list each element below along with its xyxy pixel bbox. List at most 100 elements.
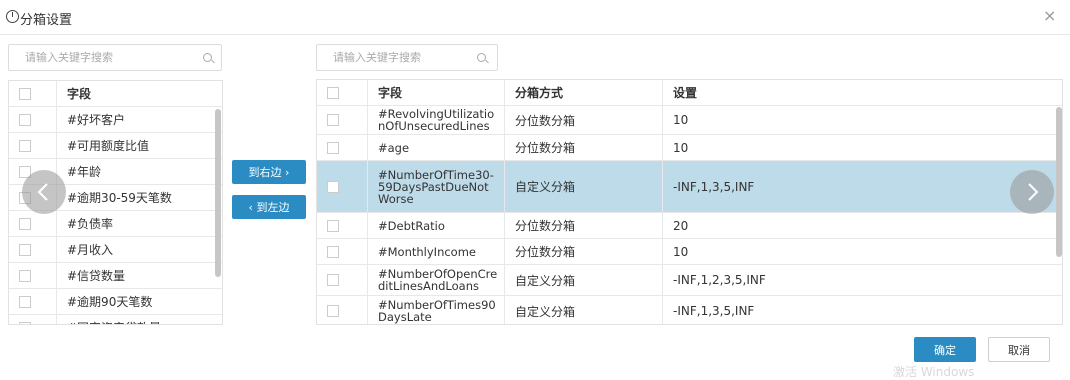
chevron-left-icon <box>37 183 48 201</box>
select-all-checkbox[interactable] <box>19 87 31 100</box>
windows-activation-watermark: 激活 Windows <box>893 365 975 379</box>
row-checkbox[interactable] <box>19 295 31 308</box>
field-name: #信贷数量 <box>56 263 214 288</box>
table-row[interactable]: #NumberOfTime30-59DaysPastDueNotWorse 自定义… <box>317 161 1062 213</box>
checkbox-cell <box>9 263 56 288</box>
right-search-input[interactable] <box>331 50 465 65</box>
binning-method[interactable]: 自定义分箱 <box>504 161 662 212</box>
left-table-header: 字段 <box>9 81 222 107</box>
binning-setting[interactable]: 10 <box>662 135 1052 160</box>
column-header-setting: 设置 <box>662 80 1062 105</box>
checkbox-cell <box>317 161 367 212</box>
table-row[interactable]: #age 分位数分箱 10 <box>317 135 1062 161</box>
next-arrow-button[interactable] <box>1010 170 1054 214</box>
field-name: #age <box>367 135 504 160</box>
table-row[interactable]: #NumberOfTimes90DaysLate 自定义分箱 -INF,1,3,5,… <box>317 296 1062 324</box>
row-checkbox[interactable] <box>327 245 339 258</box>
checkbox-cell <box>317 265 367 295</box>
row-checkbox[interactable] <box>327 141 339 154</box>
field-name: #可用额度比值 <box>56 133 214 158</box>
binning-setting[interactable]: -INF,1,3,5,INF <box>662 161 1052 212</box>
left-search-box[interactable] <box>8 44 222 71</box>
right-field-table: 字段 分箱方式 设置 #RevolvingUtilizationOfUnsecu… <box>316 79 1063 325</box>
column-header-method: 分箱方式 <box>504 80 662 105</box>
table-row[interactable]: #NumberOfOpenCreditLinesAndLoans 自定义分箱 -IN… <box>317 265 1062 296</box>
binning-method[interactable]: 自定义分箱 <box>504 296 662 324</box>
row-checkbox[interactable] <box>327 274 339 286</box>
row-checkbox[interactable] <box>19 321 31 324</box>
row-checkbox[interactable] <box>327 114 339 126</box>
field-name: #好坏客户 <box>56 107 214 132</box>
binning-method[interactable]: 分位数分箱 <box>504 106 662 134</box>
search-icon[interactable] <box>203 53 212 62</box>
binning-setting[interactable]: -INF,1,3,5,INF <box>662 296 1052 324</box>
right-table-header: 字段 分箱方式 设置 <box>317 80 1062 106</box>
field-name: #NumberOfTime30-59DaysPastDueNotWorse <box>367 161 504 212</box>
binning-method[interactable]: 分位数分箱 <box>504 135 662 160</box>
field-name: #NumberOfTimes90DaysLate <box>367 296 504 324</box>
binning-method[interactable]: 自定义分箱 <box>504 265 662 295</box>
table-row[interactable]: #RevolvingUtilizationOfUnsecuredLines 分位数… <box>317 106 1062 135</box>
field-name: #逾期90天笔数 <box>56 289 214 314</box>
field-name: #MonthlyIncome <box>367 239 504 264</box>
right-search-box[interactable] <box>316 44 498 71</box>
checkbox-cell <box>9 107 56 132</box>
column-header-field: 字段 <box>367 80 504 105</box>
binning-setting[interactable]: -INF,1,2,3,5,INF <box>662 265 1052 295</box>
table-row[interactable]: #信贷数量 <box>9 263 222 289</box>
field-name: #年龄 <box>56 159 214 184</box>
move-to-right-button[interactable]: 到右边 › <box>232 160 306 184</box>
checkbox-cell <box>317 296 367 324</box>
checkbox-cell <box>9 315 56 324</box>
row-checkbox[interactable] <box>327 219 339 232</box>
table-row[interactable]: #MonthlyIncome 分位数分箱 10 <box>317 239 1062 265</box>
checkbox-cell <box>9 289 56 314</box>
field-name: #月收入 <box>56 237 214 262</box>
field-name: #RevolvingUtilizationOfUnsecuredLines <box>367 106 504 134</box>
checkbox-cell <box>9 237 56 262</box>
table-row[interactable]: #负债率 <box>9 211 222 237</box>
field-name: #负债率 <box>56 211 214 236</box>
left-scrollbar[interactable] <box>215 109 221 277</box>
table-row[interactable]: #月收入 <box>9 237 222 263</box>
field-name: #NumberOfOpenCreditLinesAndLoans <box>367 265 504 295</box>
column-header-field: 字段 <box>56 81 222 106</box>
checkbox-cell <box>9 211 56 236</box>
row-checkbox[interactable] <box>19 113 31 126</box>
left-search-input[interactable] <box>23 50 177 65</box>
binning-method[interactable]: 分位数分箱 <box>504 239 662 264</box>
cancel-button[interactable]: 取消 <box>988 337 1050 362</box>
binning-setting[interactable]: 10 <box>662 239 1052 264</box>
checkbox-cell <box>317 239 367 264</box>
confirm-button[interactable]: 确定 <box>914 337 976 362</box>
checkbox-cell <box>317 135 367 160</box>
row-checkbox[interactable] <box>327 305 339 317</box>
row-checkbox[interactable] <box>19 243 31 256</box>
search-icon[interactable] <box>477 53 486 62</box>
checkbox-cell <box>317 213 367 238</box>
binning-setting[interactable]: 20 <box>662 213 1052 238</box>
close-icon[interactable]: × <box>1043 6 1056 25</box>
row-checkbox[interactable] <box>327 180 339 193</box>
right-scrollbar[interactable] <box>1056 107 1062 257</box>
table-row[interactable]: #好坏客户 <box>9 107 222 133</box>
move-to-left-button[interactable]: ‹ 到左边 <box>232 195 306 219</box>
row-checkbox[interactable] <box>19 139 31 152</box>
previous-arrow-button[interactable] <box>22 170 66 214</box>
select-all-checkbox[interactable] <box>327 86 339 99</box>
row-checkbox[interactable] <box>19 269 31 282</box>
field-name: #固定资产贷款量 <box>56 315 214 324</box>
dialog-titlebar: 分箱设置 × <box>0 0 1070 35</box>
table-row[interactable]: #固定资产贷款量 <box>9 315 222 324</box>
field-name: #DebtRatio <box>367 213 504 238</box>
chevron-right-icon <box>1028 183 1039 201</box>
binning-method[interactable]: 分位数分箱 <box>504 213 662 238</box>
table-row[interactable]: #可用额度比值 <box>9 133 222 159</box>
row-checkbox[interactable] <box>19 217 31 230</box>
checkbox-cell <box>317 106 367 134</box>
checkbox-cell <box>9 133 56 158</box>
field-name: #逾期30-59天笔数 <box>56 185 214 210</box>
table-row[interactable]: #逾期90天笔数 <box>9 289 222 315</box>
table-row[interactable]: #DebtRatio 分位数分箱 20 <box>317 213 1062 239</box>
binning-setting[interactable]: 10 <box>662 106 1052 134</box>
